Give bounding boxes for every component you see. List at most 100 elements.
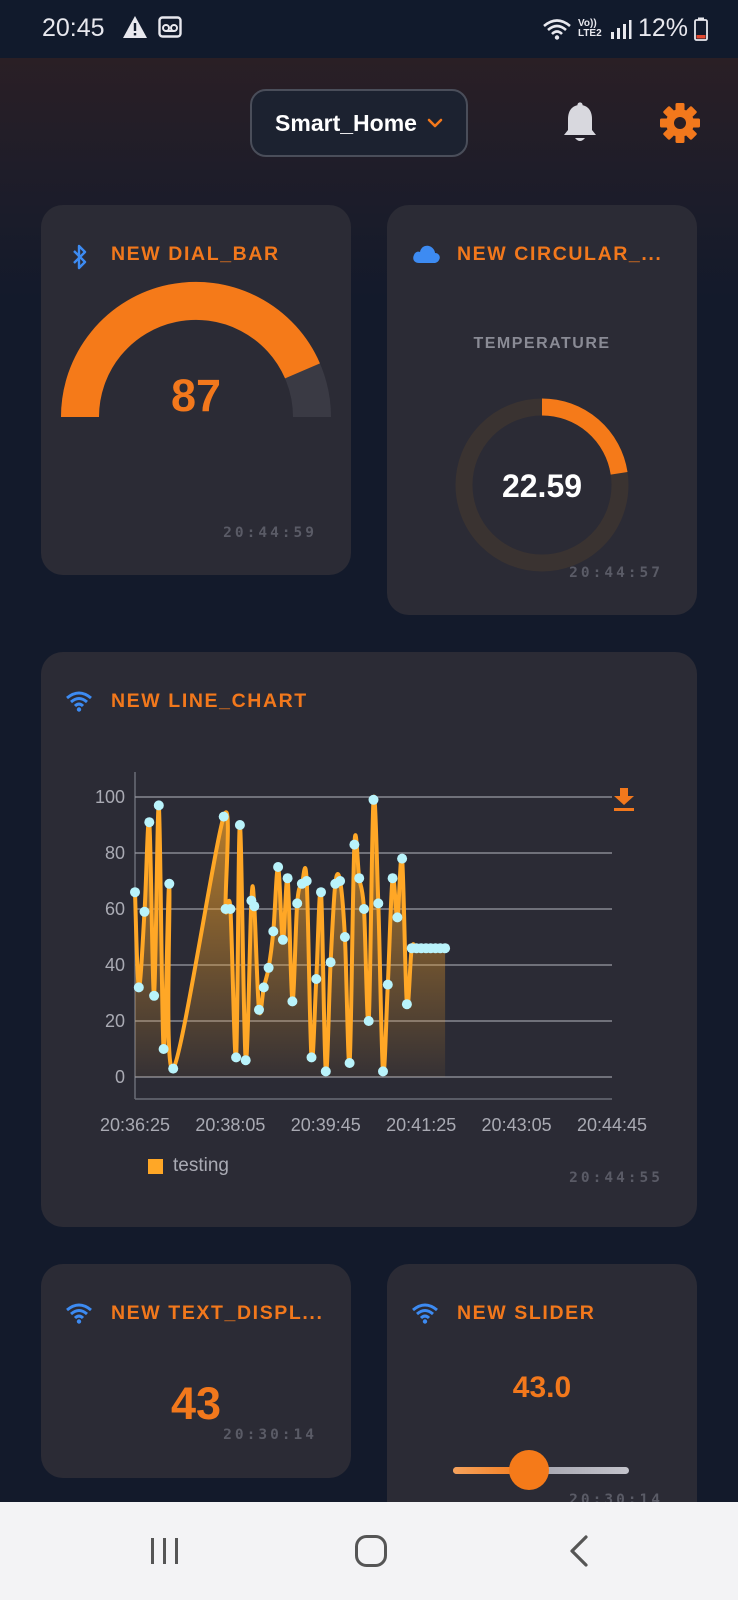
data-point: [258, 982, 269, 993]
data-point: [240, 1055, 251, 1066]
x-tick-label: 20:38:05: [195, 1115, 265, 1135]
settings-button[interactable]: [659, 102, 701, 149]
data-point: [234, 820, 245, 830]
wifi-icon: [66, 691, 92, 712]
dial-gauge: [61, 281, 331, 418]
data-point: [168, 1063, 179, 1074]
data-point: [440, 943, 451, 954]
status-notifications: [122, 15, 182, 39]
y-tick-label: 80: [105, 843, 125, 863]
wifi-icon: [66, 1303, 92, 1324]
data-point: [273, 862, 284, 872]
data-point: [158, 1044, 169, 1054]
y-tick-label: 0: [115, 1067, 125, 1087]
chevron-down-icon: [427, 118, 443, 128]
cloud-icon: [413, 245, 440, 263]
data-point: [316, 887, 326, 898]
network-label: Vo)) LTE2: [577, 17, 602, 39]
circular-widget[interactable]: NEW CIRCULAR_... TEMPERATURE 22.59 20:44…: [387, 205, 697, 615]
data-point: [144, 817, 155, 828]
battery-icon: [694, 17, 708, 41]
data-point: [263, 962, 274, 973]
data-point: [164, 878, 175, 889]
battery-percent: 12%: [637, 14, 688, 42]
data-point: [387, 873, 398, 884]
line-chart-timestamp: 20:44:55: [569, 1170, 663, 1186]
notifications-button[interactable]: [562, 102, 598, 149]
circular-label: TEMPERATURE: [473, 335, 611, 352]
data-point: [133, 982, 144, 993]
wifi-icon: [412, 1303, 438, 1324]
circular-value: 22.59: [501, 468, 583, 504]
data-point: [231, 1052, 242, 1063]
warning-icon: [123, 16, 147, 38]
dial-bar-widget[interactable]: NEW DIAL_BAR 87 20:44:59: [41, 205, 351, 575]
data-point: [277, 934, 288, 945]
x-tick-label: 20:36:25: [100, 1115, 170, 1135]
bluetooth-icon: [73, 244, 87, 270]
data-point: [368, 794, 379, 805]
y-tick-label: 20: [105, 1011, 125, 1031]
home-icon[interactable]: [354, 1534, 388, 1568]
data-point: [373, 898, 384, 909]
data-point: [401, 999, 412, 1010]
data-point: [363, 1016, 374, 1026]
status-bar: 20:45 Vo)) LTE2 12%: [0, 0, 738, 58]
chart-legend: testing: [148, 1155, 229, 1177]
dial-timestamp: 20:44:59: [223, 525, 317, 541]
y-tick-label: 100: [95, 787, 125, 807]
data-point: [311, 974, 322, 984]
text-display-timestamp: 20:30:14: [223, 1427, 317, 1443]
data-point: [344, 1058, 355, 1068]
slider-title: NEW SLIDER: [457, 1302, 596, 1324]
recent-apps-icon[interactable]: [148, 1536, 182, 1566]
slider-track[interactable]: [453, 1450, 629, 1490]
text-display-value: 43: [170, 1378, 222, 1429]
data-point: [359, 904, 369, 914]
data-point: [325, 957, 336, 968]
gear-icon: [660, 103, 700, 143]
data-point: [287, 996, 298, 1007]
data-point: [218, 811, 229, 822]
voicemail-icon: [158, 16, 182, 38]
navigation-bar: [0, 1502, 738, 1600]
data-point: [149, 990, 160, 1001]
data-point: [382, 979, 393, 990]
slider-widget[interactable]: NEW SLIDER 43.0 20:30:14: [387, 1264, 697, 1524]
data-point: [392, 912, 403, 923]
signal-icon: [610, 19, 632, 39]
x-tick-label: 20:39:45: [291, 1115, 361, 1135]
data-point: [130, 887, 140, 898]
data-point: [397, 853, 408, 864]
project-selector[interactable]: Smart_Home: [250, 89, 468, 157]
line-chart: 0 20 40 60 80 100 20:36:25 20:38:05 20:39:45 20:4…: [95, 772, 647, 1135]
data-point: [153, 800, 164, 811]
dial-value: 87: [170, 370, 222, 421]
dial-bar-title: NEW DIAL_BAR: [111, 243, 280, 265]
text-display-widget[interactable]: NEW TEXT_DISPL... 43 20:30:14: [41, 1264, 351, 1478]
data-point: [335, 876, 346, 886]
x-tick-label: 20:43:05: [482, 1115, 552, 1135]
data-point: [339, 932, 350, 942]
back-icon[interactable]: [568, 1534, 590, 1568]
status-time: 20:45: [42, 14, 105, 42]
status-right: Vo)) LTE2 12%: [542, 14, 708, 43]
legend-label: testing: [173, 1155, 229, 1176]
data-point: [139, 906, 150, 917]
data-point: [282, 873, 293, 884]
data-point: [354, 873, 365, 884]
legend-swatch: [148, 1158, 163, 1174]
data-point: [378, 1066, 388, 1077]
data-point: [225, 904, 236, 914]
data-point: [306, 1052, 317, 1063]
data-point: [268, 926, 279, 937]
line-chart-widget[interactable]: NEW LINE_CHART 0 20 40 60 80 100 20:36:25 20:38…: [41, 652, 697, 1227]
project-name: Smart_Home: [275, 109, 417, 136]
data-point: [254, 1004, 264, 1015]
text-display-title: NEW TEXT_DISPL...: [111, 1302, 324, 1324]
data-point: [292, 898, 303, 909]
wifi-status-icon: [543, 18, 571, 40]
data-point: [249, 901, 260, 912]
data-point: [301, 876, 312, 886]
slider-thumb[interactable]: [508, 1450, 549, 1490]
